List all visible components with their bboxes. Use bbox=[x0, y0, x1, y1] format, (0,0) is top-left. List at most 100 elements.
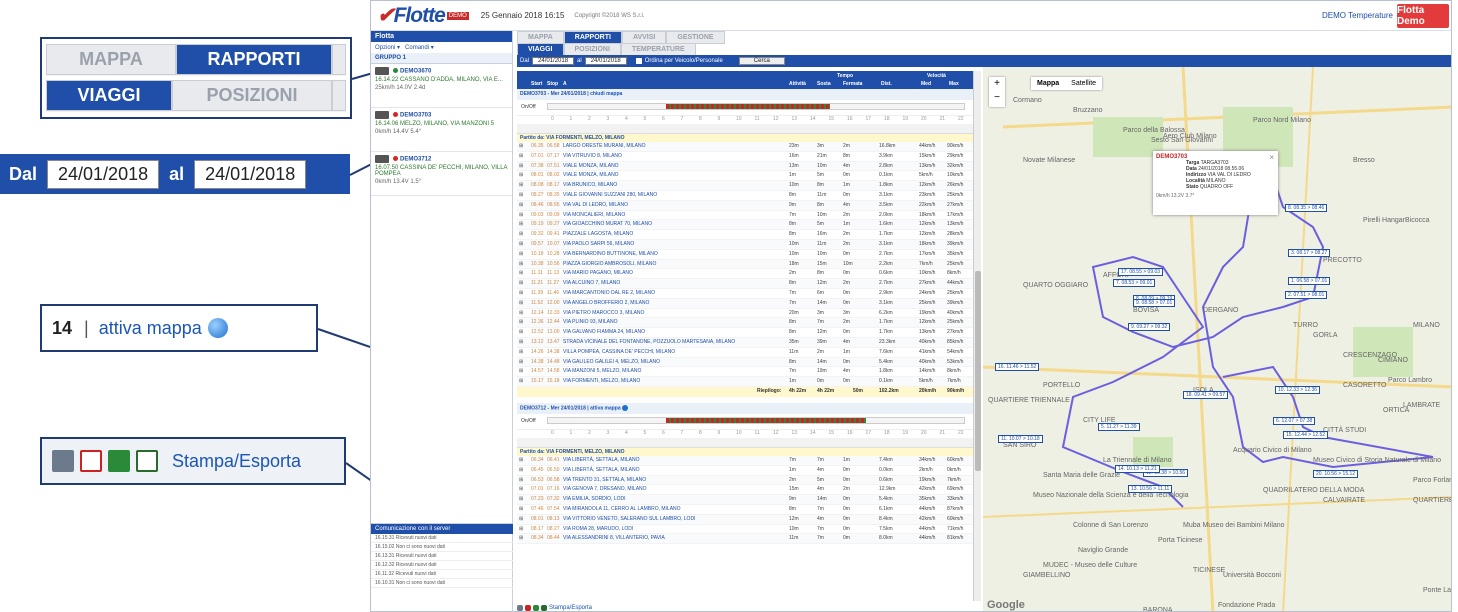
expand-icon[interactable]: ⊞ bbox=[519, 486, 523, 492]
scrollbar-thumb[interactable] bbox=[975, 271, 981, 471]
map-stop-label[interactable]: 17. 08.55 > 09.03 bbox=[1118, 268, 1164, 276]
globe-icon[interactable] bbox=[207, 318, 228, 338]
map-stop-label[interactable]: 18. 09.41 > 09.57 bbox=[1183, 391, 1229, 399]
table-row[interactable]: ⊞ 14.26 14.38 VILLA POMPEA, CASSINA DE' PEC… bbox=[517, 348, 973, 358]
export-link[interactable]: Stampa/Esporta bbox=[172, 451, 301, 472]
expand-icon[interactable]: ⊞ bbox=[519, 231, 523, 237]
expand-icon[interactable]: ⊞ bbox=[519, 163, 523, 169]
table-row[interactable]: ⊞ 07.46 07.54 VIA MIRANDOLA 11, CERRO AL LA… bbox=[517, 505, 973, 515]
map-stop-label[interactable]: 14. 10.13 > 11.21 bbox=[1115, 465, 1160, 473]
csv-icon[interactable] bbox=[136, 450, 158, 472]
map-stop-label[interactable]: 3. 08.17 > 08.27 bbox=[1288, 249, 1331, 257]
table-cell[interactable]: VIA LIBERTÀ, SETTALA, MILANO bbox=[563, 457, 640, 463]
table-cell[interactable]: VIA GALVANO FIAMMA 24, MILANO bbox=[563, 329, 645, 335]
expand-icon[interactable]: ⊞ bbox=[519, 339, 523, 345]
table-row[interactable]: ⊞ 08.08 08.17 VIA BRUNICO, MILANO 10m 8m 1m 1.8… bbox=[517, 181, 973, 191]
expand-icon[interactable]: ⊞ bbox=[519, 477, 523, 483]
tab-viaggi-zoom[interactable]: VIAGGI bbox=[46, 80, 172, 111]
table-cell[interactable]: VIA MARIO PAGANO, MILANO bbox=[563, 270, 633, 276]
map-stop-label[interactable]: 2. 07.51 > 08.01 bbox=[1285, 291, 1328, 299]
tab-rapporti-zoom[interactable]: RAPPORTI bbox=[176, 44, 332, 75]
commands-menu[interactable]: Comandi bbox=[405, 45, 429, 51]
table-row[interactable]: ⊞ 14.57 14.58 VIA MANZONI 5, MELZO, MILANO 7… bbox=[517, 367, 973, 378]
table-cell[interactable]: VIA VITTORIO VENETO, SALERANO SUL LAMBRO… bbox=[563, 516, 695, 522]
map-stop-label[interactable]: 11. 10.07 > 10.18 bbox=[998, 435, 1043, 443]
expand-icon[interactable]: ⊞ bbox=[519, 535, 523, 541]
table-row[interactable]: ⊞ 08.01 08.13 VIA VITTORIO VENETO, SALERANO… bbox=[517, 514, 973, 525]
expand-icon[interactable]: ⊞ bbox=[519, 516, 523, 522]
table-cell[interactable]: VIA VITRUVIO 8, MILANO bbox=[563, 153, 622, 159]
table-cell[interactable]: VIA GALILEO GALILEI 4, MELZO, MILANO bbox=[563, 359, 660, 365]
timeline-scrollbar[interactable] bbox=[517, 124, 973, 134]
expand-icon[interactable]: ⊞ bbox=[519, 172, 523, 178]
vehicle-item[interactable]: DEMO3670 16.14.22 CASSANO D'ADDA, MILANO… bbox=[371, 64, 512, 108]
table-scrollbar[interactable] bbox=[973, 71, 981, 601]
expand-icon[interactable]: ⊞ bbox=[519, 153, 523, 159]
table-cell[interactable]: VIA VAL DI LEDRO, MILANO bbox=[563, 202, 628, 208]
table-cell[interactable]: VIA PLINIO 93, MILANO bbox=[563, 319, 617, 325]
table-row[interactable]: ⊞ 08.17 08.27 VIA ROMA 28, MARUDO, LODI 10m 7… bbox=[517, 525, 973, 535]
table-cell[interactable]: VIALE MONZA, MILANO bbox=[563, 163, 619, 169]
table-cell[interactable]: LARGO ORESTE MURANI, MILANO bbox=[563, 143, 646, 149]
search-button[interactable]: Cerca bbox=[738, 57, 785, 65]
table-row[interactable]: ⊞ 10.18 10.28 VIA BERNARDINO BUTTINONE, MIL… bbox=[517, 250, 973, 260]
date-to-input[interactable]: 24/01/2018 bbox=[194, 159, 307, 189]
map-type-map[interactable]: Mappa bbox=[1031, 77, 1065, 90]
table-cell[interactable]: PIAZZALE LAGOSTA, MILANO bbox=[563, 231, 633, 237]
table-row[interactable]: ⊞ 06.53 06.58 VIA TRENTO 31, SETTALA, MILAN… bbox=[517, 475, 973, 486]
expand-icon[interactable]: ⊞ bbox=[519, 212, 523, 218]
zoom-control[interactable]: + − bbox=[989, 77, 1005, 107]
table-cell[interactable]: VIA BRUNICO, MILANO bbox=[563, 182, 617, 188]
map-stop-label[interactable]: 20. 10.56 > 15.12 bbox=[1313, 470, 1359, 478]
map-stop-label[interactable]: 7. 08.53 > 09.01 bbox=[1113, 279, 1156, 287]
map-type-satellite[interactable]: Satellite bbox=[1065, 77, 1102, 90]
timeline-scrollbar[interactable] bbox=[517, 437, 973, 448]
excel-icon[interactable] bbox=[533, 605, 539, 611]
table-row[interactable]: ⊞ 06.34 06.41 VIA LIBERTÀ, SETTALA, MILANO 7… bbox=[517, 455, 973, 466]
table-row[interactable]: ⊞ 12.52 13.00 VIA GALVANO FIAMMA 24, MILANO… bbox=[517, 328, 973, 338]
close-map-link[interactable]: chiudi mappa bbox=[590, 91, 622, 97]
expand-icon[interactable]: ⊞ bbox=[519, 329, 523, 335]
table-cell[interactable]: VIA ROMA 28, MARUDO, LODI bbox=[563, 526, 633, 532]
flotta-demo-badge[interactable]: Flotta Demo bbox=[1397, 4, 1449, 28]
expand-icon[interactable]: ⊞ bbox=[519, 241, 523, 247]
table-cell[interactable]: VIA MIRANDOLA 11, CERRO AL LAMBRO, MILAN… bbox=[563, 506, 681, 512]
table-row[interactable]: ⊞ 06.35 06.58 LARGO ORESTE MURANI, MILANO 23… bbox=[517, 142, 973, 152]
expand-icon[interactable]: ⊞ bbox=[519, 526, 523, 532]
expand-icon[interactable]: ⊞ bbox=[519, 192, 523, 198]
map-stop-label[interactable]: 15. 12.44 > 12.52 bbox=[1283, 431, 1329, 439]
table-row[interactable]: ⊞ 10.38 10.56 PIAZZA GIORGIO AMBROSOLI, MIL… bbox=[517, 259, 973, 270]
excel-icon[interactable] bbox=[108, 450, 130, 472]
activate-map-link[interactable]: attiva mappa bbox=[99, 318, 202, 339]
globe-icon[interactable] bbox=[622, 404, 629, 411]
options-menu[interactable]: Opzioni bbox=[375, 45, 395, 51]
table-cell[interactable]: VIA PAOLO SARPI 56, MILANO bbox=[563, 241, 634, 247]
table-cell[interactable]: STRADA VICINALE DEL FONTANONE, POZZUOLO … bbox=[563, 339, 735, 345]
table-row[interactable]: ⊞ 08.27 08.35 VIALE GIOVANNI SUZZANI 280, M… bbox=[517, 191, 973, 201]
expand-icon[interactable]: ⊞ bbox=[519, 319, 523, 325]
expand-icon[interactable]: ⊞ bbox=[519, 457, 523, 463]
map-stop-label[interactable]: 1. 06.58 > 07.01 bbox=[1288, 277, 1331, 285]
expand-icon[interactable]: ⊞ bbox=[519, 368, 523, 374]
table-cell[interactable]: VIA PIETRO MAROCCO 3, MILANO bbox=[563, 310, 644, 316]
user-menu[interactable]: DEMO Temperature bbox=[1322, 11, 1393, 20]
print-icon[interactable] bbox=[52, 450, 74, 472]
zoom-in-button[interactable]: + bbox=[989, 77, 1005, 91]
table-row[interactable]: ⊞ 09.32 09.41 PIAZZALE LAGOSTA, MILANO 8m 16m… bbox=[517, 230, 973, 240]
table-cell[interactable]: VIALE GIOVANNI SUZZANI 280, MILANO bbox=[563, 192, 657, 198]
table-cell[interactable]: VIA BERNARDINO BUTTINONE, MILANO bbox=[563, 251, 658, 257]
table-row[interactable]: ⊞ 09.03 09.09 VIA MONCALIERI, MILANO 7m 10m 2m… bbox=[517, 211, 973, 221]
route-map[interactable]: + − Mappa Satellite Sesto San Giovanni Bre… bbox=[983, 67, 1451, 611]
table-cell[interactable]: PIAZZA GIORGIO AMBROSOLI, MILANO bbox=[563, 261, 656, 267]
group-header[interactable]: GRUPPO 1 bbox=[371, 53, 512, 64]
expand-icon[interactable]: ⊞ bbox=[519, 359, 523, 365]
expand-icon[interactable]: ⊞ bbox=[519, 378, 523, 384]
table-row[interactable]: ⊞ 14.38 14.48 VIA GALILEO GALILEI 4, MELZO,… bbox=[517, 357, 973, 368]
map-stop-label[interactable]: 9. 09.27 > 09.32 bbox=[1128, 323, 1171, 331]
date-from-input[interactable]: 24/01/2018 bbox=[532, 57, 575, 65]
table-row[interactable]: ⊞ 12.36 12.44 VIA PLINIO 93, MILANO 8m 7m 2m 1.… bbox=[517, 318, 973, 329]
expand-icon[interactable]: ⊞ bbox=[519, 143, 523, 149]
expand-icon[interactable]: ⊞ bbox=[519, 251, 523, 257]
table-row[interactable]: ⊞ 11.21 11.27 VIA ALCUINO 7, MILANO 8m 12m 2m 2… bbox=[517, 279, 973, 289]
table-row[interactable]: ⊞ 09.57 10.07 VIA PAOLO SARPI 56, MILANO 10m… bbox=[517, 239, 973, 250]
